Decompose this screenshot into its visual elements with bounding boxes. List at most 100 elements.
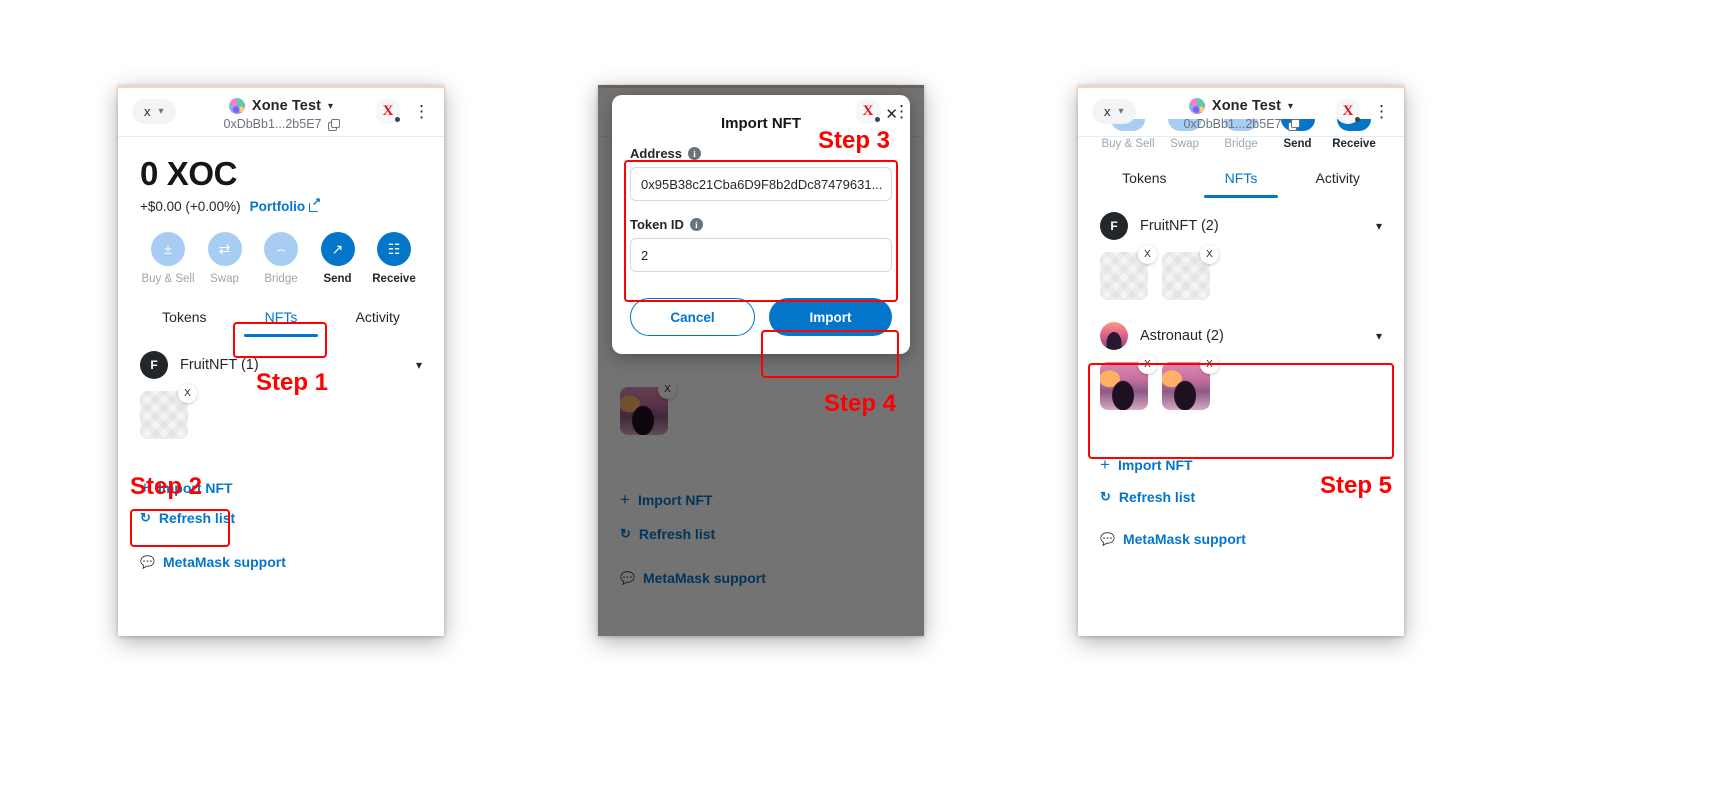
- action-buy-sell[interactable]: ± Buy & Sell: [140, 232, 196, 285]
- balance-subrow: +$0.00 (+0.00%) Portfolio: [140, 197, 422, 214]
- network-selector[interactable]: x ▾: [132, 98, 176, 124]
- chevron-down-icon[interactable]: ▾: [1376, 219, 1382, 233]
- field-spacer: [630, 201, 892, 217]
- header-actions: X ⋮: [375, 98, 430, 124]
- info-icon[interactable]: i: [689, 218, 703, 231]
- network-selector[interactable]: x ▾: [1092, 98, 1136, 124]
- step-2-label: Step 2: [130, 473, 203, 500]
- nft-item[interactable]: X: [1100, 245, 1157, 300]
- address-label-text: Address: [630, 146, 683, 161]
- network-label: x: [144, 103, 151, 119]
- metamask-support-link[interactable]: 💬 MetaMask support: [118, 536, 444, 580]
- action-bridge[interactable]: ⌢ Bridge: [253, 232, 309, 285]
- header-actions: X ⋮: [855, 98, 910, 124]
- wallet-panel-1: x ▾ Xone Test ▾ 0xDbBb1...2b5E7 X ⋮ 0 XO…: [118, 85, 444, 636]
- screenshot-stage: x ▾ Xone Test ▾ 0xDbBb1...2b5E7 X ⋮ 0 XO…: [0, 0, 1713, 808]
- avatar: [1188, 98, 1205, 114]
- action-label: Receive: [372, 273, 416, 285]
- xone-brand-icon[interactable]: X: [1335, 98, 1361, 124]
- tab-nfts[interactable]: NFTs: [1193, 160, 1290, 198]
- wallet-header: x ▾ Xone Test ▾ 0xDbBb1...2b5E7 X ⋮: [118, 88, 444, 137]
- action-label: Receive: [1332, 138, 1376, 150]
- wallet-header: x ▾ Xone Test ▾ 0xDbBb1...2b5E7 X ⋮: [1078, 88, 1404, 137]
- metamask-support-link[interactable]: 💬 MetaMask support: [1078, 515, 1404, 557]
- tab-nfts[interactable]: NFTs: [233, 299, 330, 337]
- remove-nft-icon[interactable]: X: [1200, 355, 1219, 374]
- account-address: 0xDbBb1...2b5E7: [1183, 117, 1282, 131]
- collection-header-astronaut[interactable]: Astronaut (2) ▾: [1078, 300, 1404, 350]
- copy-icon: [327, 118, 340, 131]
- nft-item[interactable]: X: [1162, 245, 1219, 300]
- action-label: Send: [323, 273, 352, 285]
- external-link-icon: [309, 197, 321, 212]
- wallet-tabs: Tokens NFTs Activity: [1078, 150, 1404, 198]
- action-label: Swap: [1170, 138, 1199, 150]
- action-label: Buy & Sell: [1101, 138, 1155, 150]
- account-selector[interactable]: Xone Test ▾: [228, 98, 333, 114]
- tab-tokens[interactable]: Tokens: [1096, 160, 1193, 198]
- info-icon[interactable]: i: [688, 147, 702, 160]
- action-label: Swap: [210, 273, 239, 285]
- action-receive[interactable]: ☷ Receive: [366, 232, 422, 285]
- tab-activity[interactable]: Activity: [329, 299, 426, 337]
- remove-nft-icon[interactable]: X: [1138, 355, 1157, 374]
- more-options-icon[interactable]: ⋮: [893, 103, 910, 120]
- remove-nft-icon[interactable]: X: [1138, 245, 1157, 264]
- collection-header-fruitnft[interactable]: F FruitNFT (2) ▾: [1078, 198, 1404, 240]
- xone-brand-icon[interactable]: X: [855, 98, 881, 124]
- collection-avatar: F: [1100, 212, 1128, 240]
- nft-item[interactable]: X: [1100, 355, 1157, 410]
- portfolio-link[interactable]: Portfolio: [249, 197, 322, 214]
- balance-amount: 0 XOC: [140, 155, 238, 192]
- action-swap[interactable]: ⇄ Swap: [197, 232, 253, 285]
- cancel-button[interactable]: Cancel: [630, 298, 755, 336]
- collection-avatar: [1100, 322, 1128, 350]
- collection-avatar: F: [140, 351, 168, 379]
- nft-item[interactable]: X: [140, 384, 197, 439]
- support-label: MetaMask support: [1122, 531, 1246, 547]
- step-3-label: Step 3: [818, 127, 891, 154]
- refresh-label: Refresh list: [1118, 489, 1196, 505]
- header-actions: X ⋮: [1335, 98, 1390, 124]
- copy-address-button[interactable]: 0xDbBb1...2b5E7: [224, 117, 340, 131]
- balance-area: 0 XOC +$0.00 (+0.00%) Portfolio: [118, 137, 444, 214]
- nft-grid: X X: [1078, 350, 1404, 410]
- more-options-icon[interactable]: ⋮: [1373, 103, 1390, 120]
- tab-tokens[interactable]: Tokens: [136, 299, 233, 337]
- chat-bubble-icon: 💬: [140, 555, 155, 569]
- address-input[interactable]: 0x95B38c21Cba6D9F8b2dDc87479631...: [630, 167, 892, 201]
- more-options-icon[interactable]: ⋮: [413, 103, 430, 120]
- action-label: Bridge: [264, 273, 298, 285]
- refresh-icon: ↻: [140, 510, 151, 525]
- token-id-input[interactable]: 2: [630, 238, 892, 272]
- step-4-label: Step 4: [824, 390, 897, 417]
- token-id-field-label: Token ID i: [630, 217, 892, 232]
- tab-activity[interactable]: Activity: [1289, 160, 1386, 198]
- refresh-list-button[interactable]: ↻ Refresh list: [118, 506, 444, 536]
- action-buttons: ± Buy & Sell ⇄ Swap ⌢ Bridge ↗ Send ☷ Re…: [118, 214, 444, 293]
- account-selector[interactable]: Xone Test ▾: [1188, 98, 1294, 114]
- network-label: x: [1104, 103, 1111, 119]
- import-nft-label: Import NFT: [1117, 456, 1193, 473]
- nft-item[interactable]: X: [1162, 355, 1219, 410]
- support-label: MetaMask support: [162, 554, 286, 570]
- import-button[interactable]: Import: [769, 298, 892, 336]
- step-1-label: Step 1: [256, 369, 329, 396]
- action-label: Bridge: [1224, 138, 1258, 150]
- swap-arrows-icon: ⇄: [207, 232, 242, 266]
- chevron-down-icon: ▾: [1288, 100, 1294, 112]
- chevron-down-icon[interactable]: ▾: [1376, 329, 1382, 343]
- nft-grid: X X: [1078, 240, 1404, 300]
- step-5-label: Step 5: [1320, 472, 1393, 499]
- remove-nft-icon[interactable]: X: [1200, 245, 1219, 264]
- chevron-down-icon[interactable]: ▾: [416, 358, 422, 372]
- balance-change: +$0.00 (+0.00%): [140, 199, 241, 214]
- account-name: Xone Test: [251, 98, 322, 114]
- xone-brand-icon[interactable]: X: [375, 98, 401, 124]
- copy-address-button[interactable]: 0xDbBb1...2b5E7: [1183, 117, 1300, 131]
- modal-buttons: Cancel Import: [630, 298, 892, 336]
- portfolio-label: Portfolio: [249, 199, 306, 214]
- remove-nft-icon[interactable]: X: [178, 384, 197, 403]
- action-send[interactable]: ↗ Send: [310, 232, 366, 285]
- refresh-label: Refresh list: [158, 510, 236, 526]
